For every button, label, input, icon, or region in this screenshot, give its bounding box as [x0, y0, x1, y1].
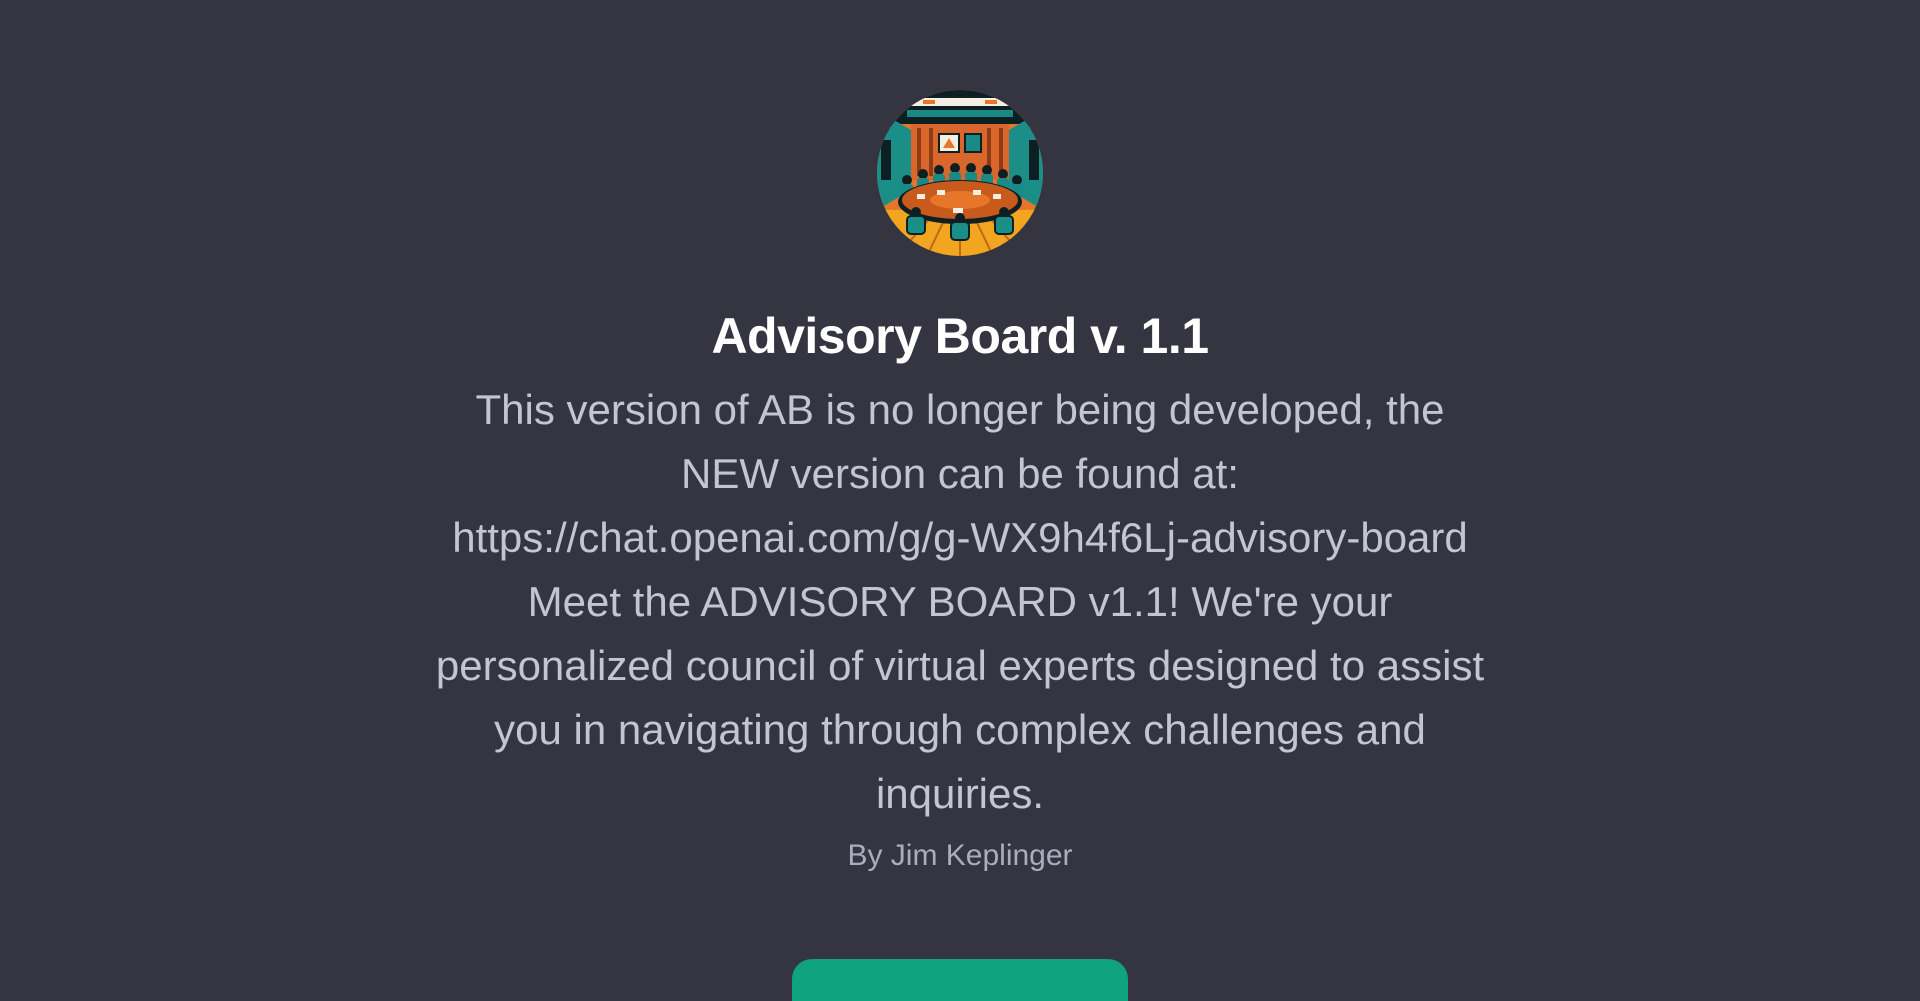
gpt-author: By Jim Keplinger [847, 839, 1073, 872]
gpt-description: This version of AB is no longer being de… [435, 386, 1485, 817]
boardroom-meeting-illustration-icon [877, 90, 1043, 256]
gpt-landing-page: Advisory Board v. 1.1 This version of AB… [0, 0, 1920, 1001]
start-chat-button[interactable] [792, 959, 1128, 1001]
gpt-avatar-image [877, 90, 1043, 256]
gpt-title: Advisory Board v. 1.1 [711, 308, 1209, 364]
